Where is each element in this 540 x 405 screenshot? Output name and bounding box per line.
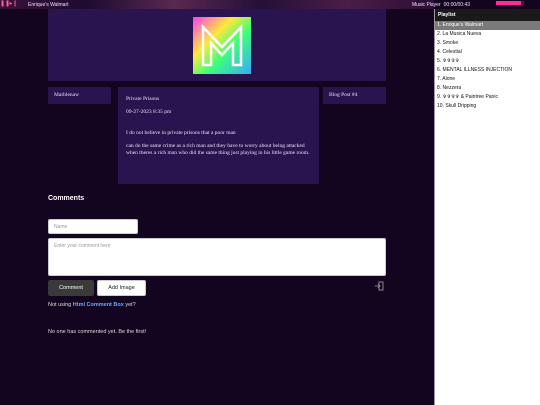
post-title: Private Prisons	[126, 96, 160, 102]
playlist-item[interactable]: 3. Smoke	[435, 39, 540, 48]
blog-post-label-box[interactable]: Blog Post #4	[323, 87, 386, 104]
playlist-item[interactable]: 2. La Musica Nueva	[435, 30, 540, 39]
post-body-line: can do the same crime as a rich man and …	[126, 143, 310, 156]
name-input[interactable]	[48, 219, 138, 234]
playlist-item[interactable]: 9. ✞✞✞✞ & Paintree Panic	[435, 93, 540, 102]
playlist-list: 1. Enrique's Walmart 2. La Musica Nueva …	[435, 21, 540, 111]
not-using-suffix: yet?	[125, 302, 136, 308]
playlist-item[interactable]: 5. ✞✞✞✞	[435, 57, 540, 66]
add-image-button[interactable]: Add Image	[97, 280, 146, 296]
playlist-header: Playlist	[435, 9, 540, 21]
music-player-bar: ❚❚ ▸❙ Enrique's Walmart	[0, 0, 434, 9]
not-using-prefix: Not using	[48, 302, 72, 308]
blog-post: Private Prisons 09-27-2023 8:35 pm I do …	[118, 87, 319, 184]
player-time: 00:00/00:43	[443, 1, 471, 8]
blog-post-label: Blog Post #4	[329, 92, 358, 98]
site-logo[interactable]	[193, 17, 251, 74]
empty-comments-message: No one has commented yet. Be the first!	[48, 329, 147, 335]
player-meta: Music Player 00:00/00:43	[412, 0, 470, 9]
post-date: 09-27-2023 8:35 pm	[126, 109, 172, 115]
not-using-text: Not using Html Comment Box yet?	[48, 302, 136, 308]
comment-textarea[interactable]	[48, 238, 386, 276]
player-progress-fill	[496, 1, 522, 5]
player-progress-bar[interactable]	[496, 1, 524, 5]
pause-icon[interactable]: ❚❚	[0, 0, 10, 9]
post-author[interactable]: Marblenaw	[48, 87, 111, 104]
login-icon[interactable]	[374, 281, 384, 291]
html-comment-box-link[interactable]: Html Comment Box	[73, 302, 124, 308]
comments-title: Comments	[48, 195, 85, 202]
m-logo-icon	[201, 23, 243, 66]
playlist-item[interactable]: 4. Celestial	[435, 48, 540, 57]
playlist-item[interactable]: 10. Skull Dripping	[435, 102, 540, 111]
post-body-line: I do not believe in private prisons that…	[126, 130, 236, 136]
playlist-item[interactable]: 6. MENTAL ILLNESS INJECTION	[435, 66, 540, 75]
music-player-label: Music Player	[412, 1, 441, 8]
comment-button[interactable]: Comment	[48, 280, 94, 296]
now-playing-title: Enrique's Walmart	[28, 1, 69, 8]
playlist-panel: Playlist 1. Enrique's Walmart 2. La Musi…	[434, 9, 540, 405]
playlist-item[interactable]: 8. Nezzera	[435, 84, 540, 93]
playlist-item[interactable]: 7. Alone	[435, 75, 540, 84]
author-name: Marblenaw	[54, 92, 80, 98]
next-icon[interactable]: ▸❙	[9, 0, 18, 9]
playlist-item[interactable]: 1. Enrique's Walmart	[435, 21, 540, 30]
